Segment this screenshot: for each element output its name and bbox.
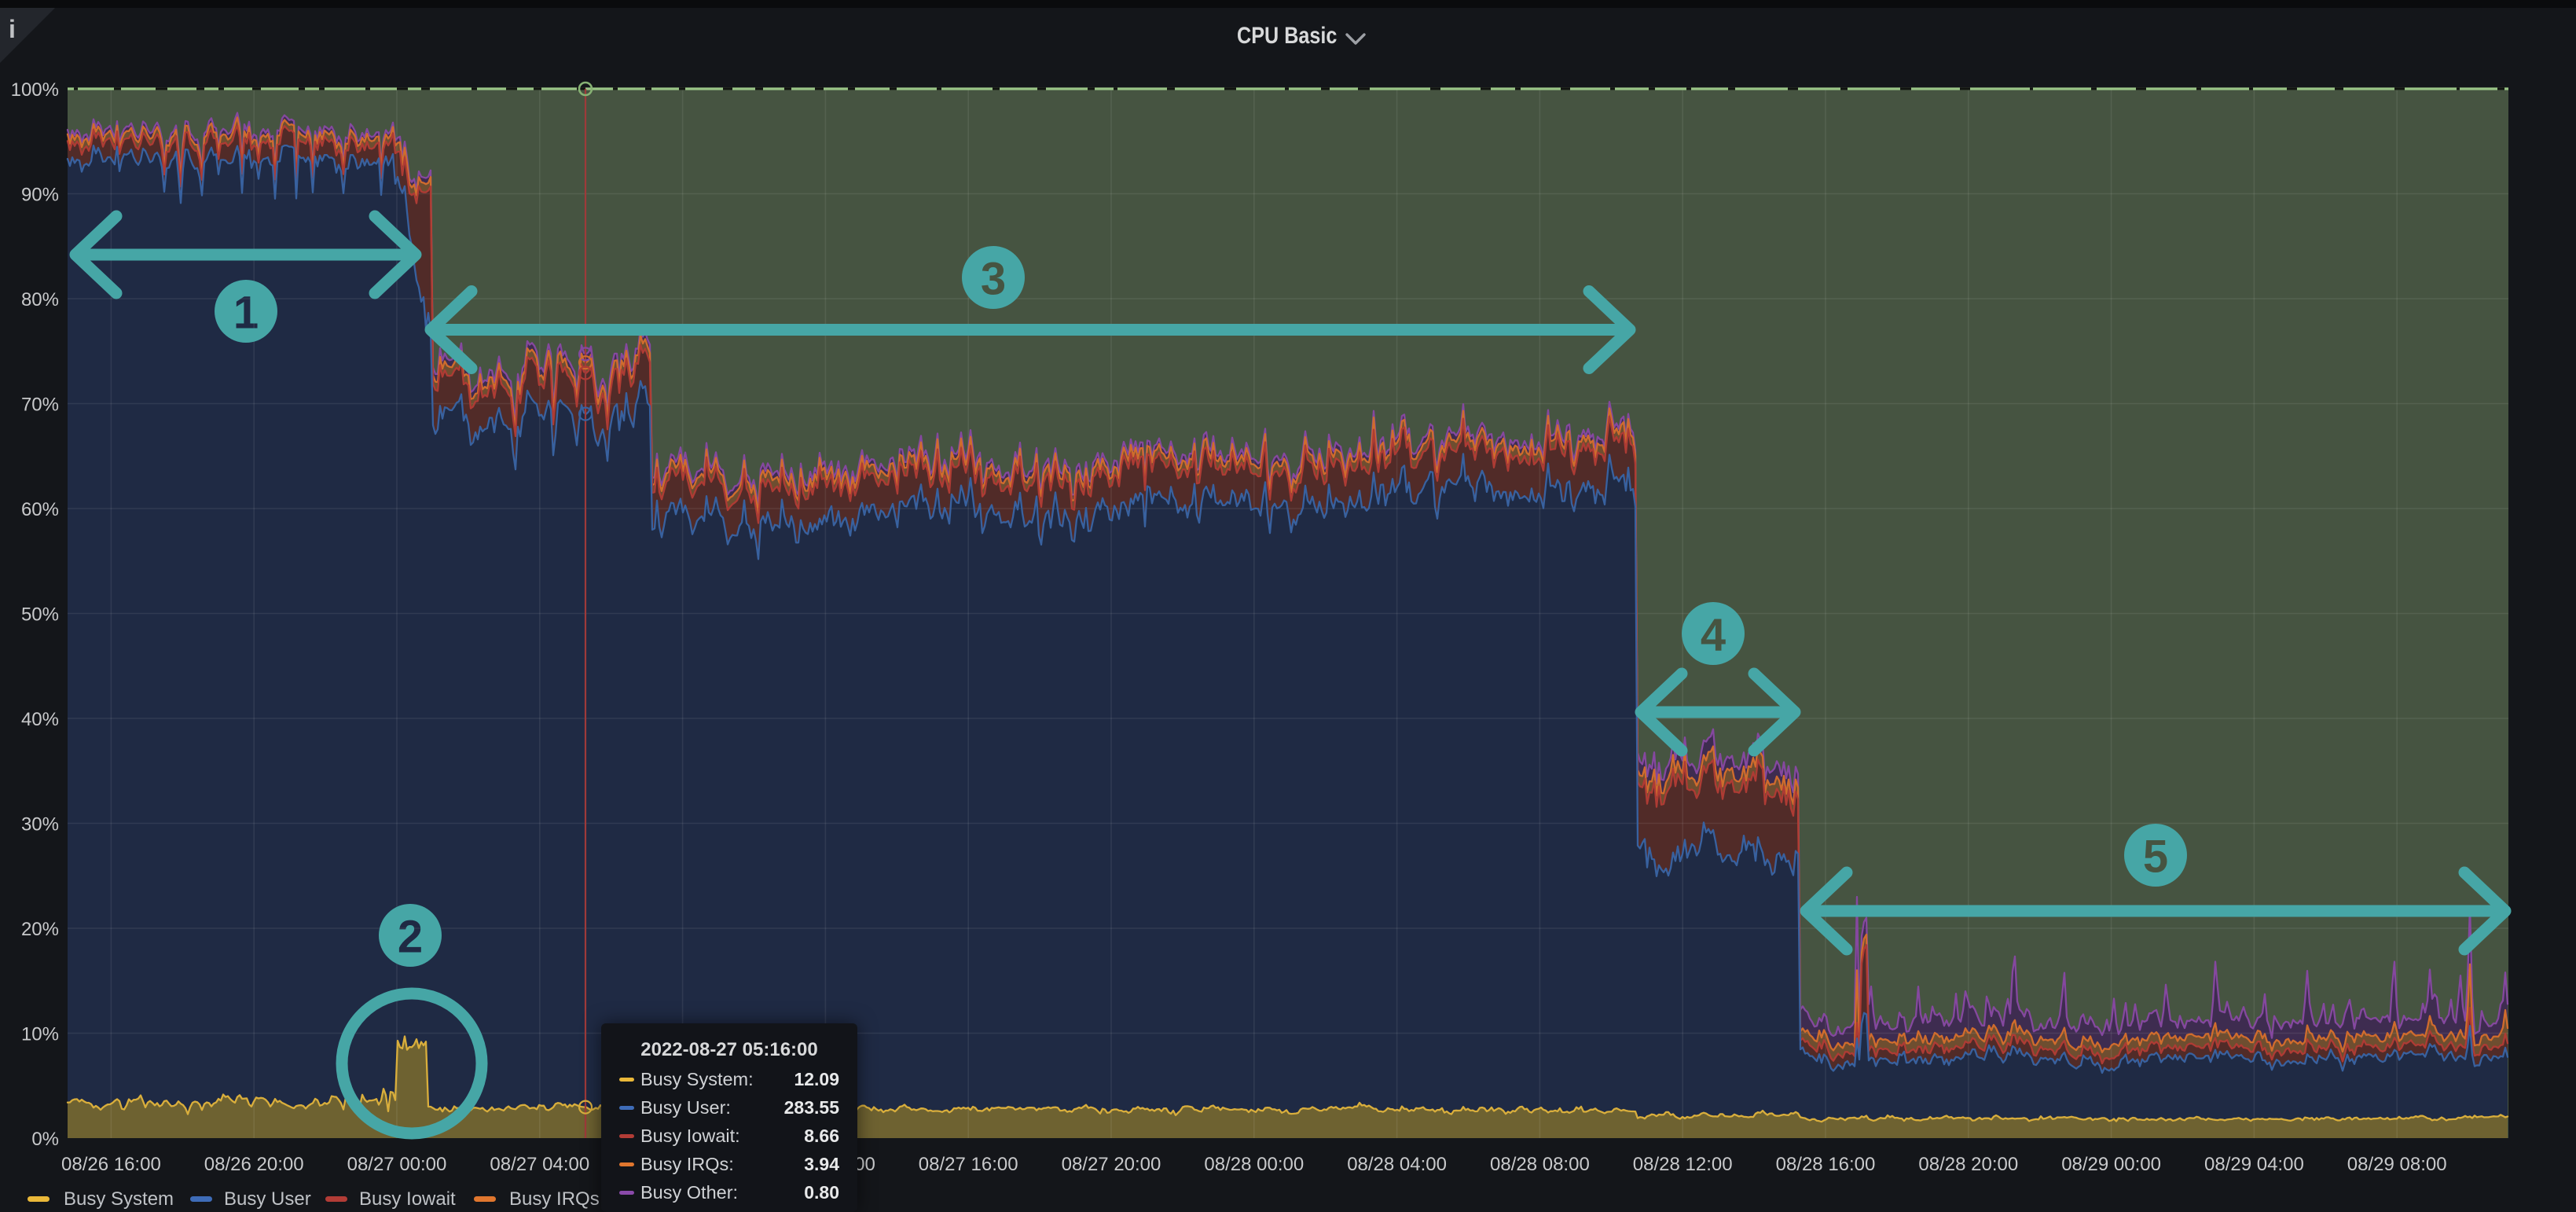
svg-text:08/29 04:00: 08/29 04:00 — [2204, 1154, 2304, 1175]
svg-text:08/28 12:00: 08/28 12:00 — [1633, 1154, 1733, 1175]
svg-text:08/27 04:00: 08/27 04:00 — [490, 1154, 589, 1175]
svg-text:60%: 60% — [21, 499, 59, 520]
svg-text:40%: 40% — [21, 709, 59, 730]
svg-text:08/27 20:00: 08/27 20:00 — [1062, 1154, 1161, 1175]
svg-text:30%: 30% — [21, 814, 59, 836]
svg-text:08/29 00:00: 08/29 00:00 — [2061, 1154, 2161, 1175]
svg-text:50%: 50% — [21, 604, 59, 626]
svg-text:08/28 08:00: 08/28 08:00 — [1490, 1154, 1590, 1175]
svg-text:08/26 16:00: 08/26 16:00 — [61, 1154, 161, 1175]
svg-text:80%: 80% — [21, 289, 59, 310]
svg-text:0%: 0% — [31, 1129, 59, 1150]
svg-text:08/28 16:00: 08/28 16:00 — [1776, 1154, 1876, 1175]
svg-text:70%: 70% — [21, 395, 59, 416]
svg-text:08/29 08:00: 08/29 08:00 — [2347, 1154, 2447, 1175]
svg-text:90%: 90% — [21, 185, 59, 206]
svg-text:20%: 20% — [21, 919, 59, 940]
svg-text:08/27 00:00: 08/27 00:00 — [347, 1154, 447, 1175]
svg-text:08/26 20:00: 08/26 20:00 — [204, 1154, 304, 1175]
svg-text:08/28 00:00: 08/28 00:00 — [1204, 1154, 1304, 1175]
svg-text:08/28 20:00: 08/28 20:00 — [1918, 1154, 2018, 1175]
svg-text:08/28 04:00: 08/28 04:00 — [1347, 1154, 1447, 1175]
svg-text:100%: 100% — [11, 79, 59, 101]
svg-text:10%: 10% — [21, 1024, 59, 1045]
svg-text:08/27 16:00: 08/27 16:00 — [919, 1154, 1018, 1175]
